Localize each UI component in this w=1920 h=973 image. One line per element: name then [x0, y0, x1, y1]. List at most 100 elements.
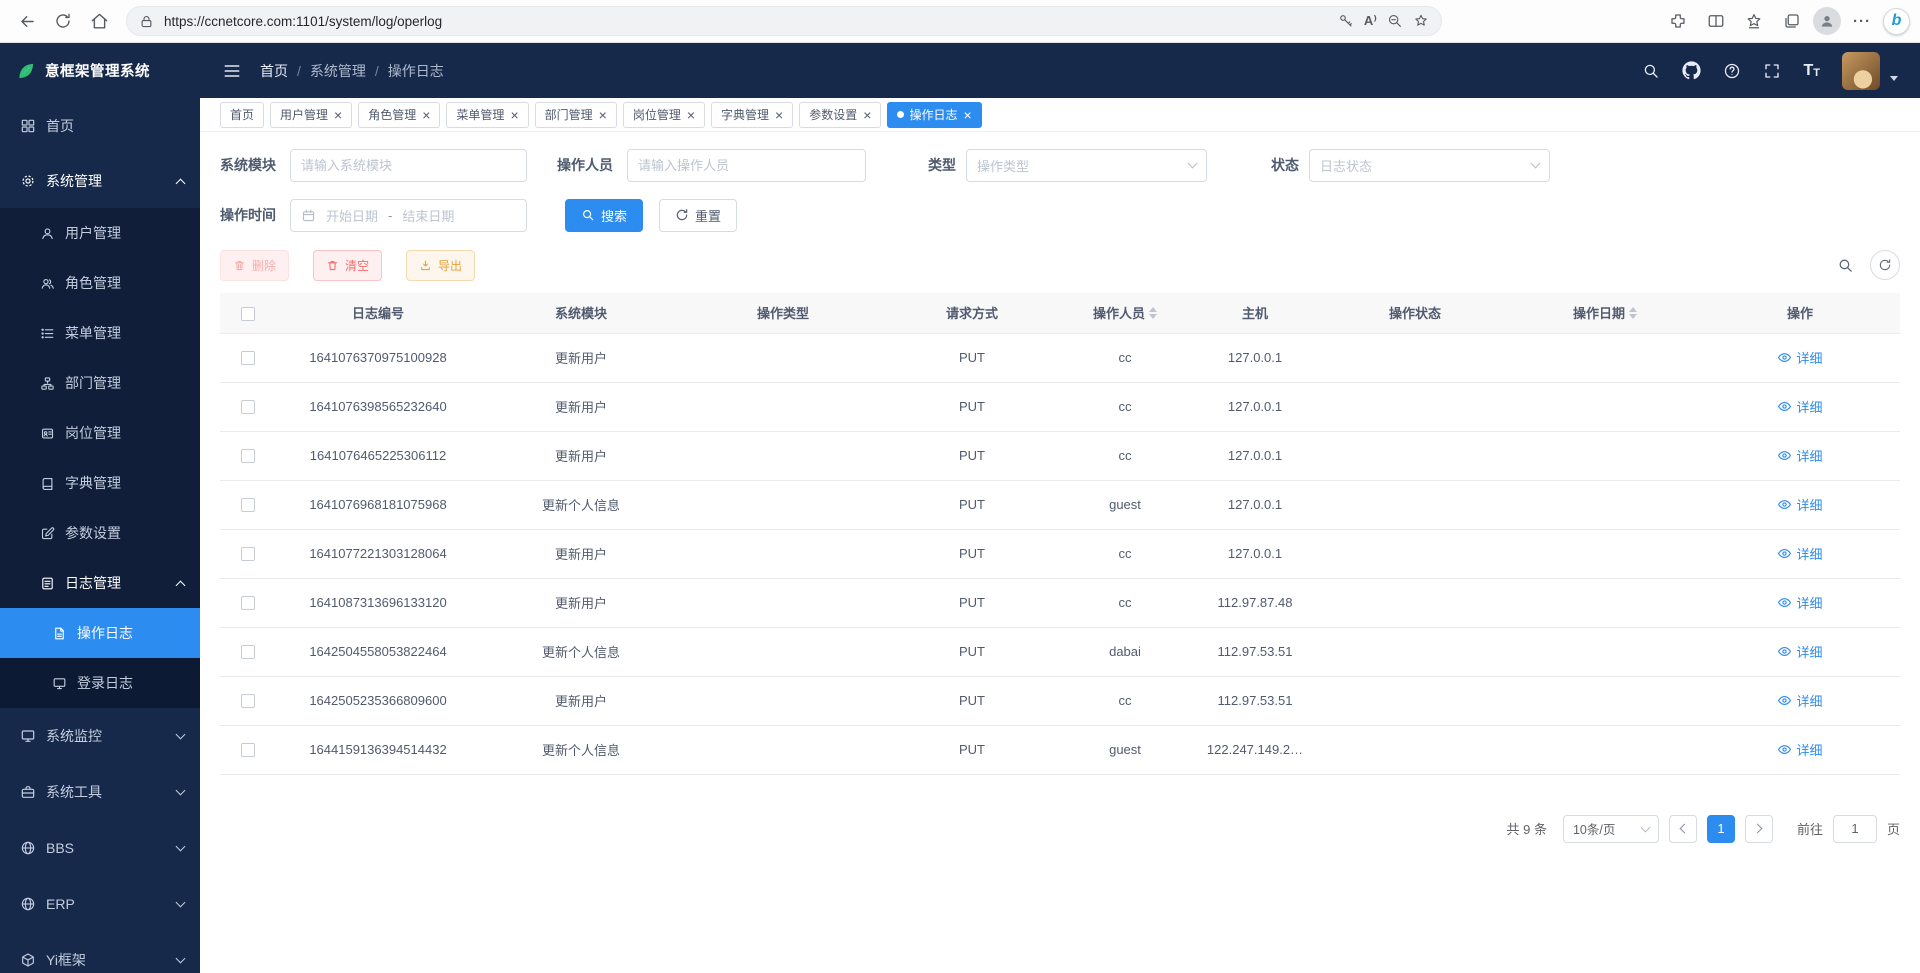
tab-3[interactable]: 菜单管理×: [446, 102, 528, 128]
extensions-icon[interactable]: [1661, 4, 1695, 38]
url-text[interactable]: https://ccnetcore.com:1101/system/log/op…: [164, 14, 1328, 29]
refresh-table-icon[interactable]: [1870, 250, 1900, 280]
sidebar-item-role[interactable]: 角色管理: [0, 258, 200, 308]
sidebar-item-loginlog[interactable]: 登录日志: [0, 658, 200, 708]
export-button[interactable]: 导出: [406, 250, 475, 281]
search-toggle-icon[interactable]: [1837, 257, 1854, 274]
add-favorite-icon[interactable]: [1413, 13, 1429, 29]
help-icon[interactable]: [1723, 62, 1741, 80]
row-checkbox[interactable]: [241, 547, 255, 561]
status-select[interactable]: 日志状态: [1309, 149, 1550, 182]
prev-page-button[interactable]: [1669, 815, 1697, 843]
breadcrumb-home[interactable]: 首页: [260, 61, 288, 81]
breadcrumb-system[interactable]: 系统管理: [310, 61, 366, 81]
row-checkbox[interactable]: [241, 449, 255, 463]
sidebar-item-yi[interactable]: Yi框架: [0, 932, 200, 973]
tab-close-icon[interactable]: ×: [334, 108, 342, 122]
address-bar[interactable]: https://ccnetcore.com:1101/system/log/op…: [126, 6, 1442, 36]
tab-1[interactable]: 用户管理×: [270, 102, 352, 128]
reset-button[interactable]: 重置: [659, 199, 737, 232]
sidebar-item-monitor[interactable]: 系统监控: [0, 708, 200, 764]
sidebar-item-post[interactable]: 岗位管理: [0, 408, 200, 458]
operator-input[interactable]: [627, 149, 866, 182]
fullscreen-icon[interactable]: [1763, 62, 1781, 80]
tab-close-icon[interactable]: ×: [599, 108, 607, 122]
tab-close-icon[interactable]: ×: [775, 108, 783, 122]
page-size-select[interactable]: 10条/页: [1563, 815, 1659, 843]
tab-5[interactable]: 岗位管理×: [623, 102, 705, 128]
detail-link[interactable]: 详细: [1777, 740, 1822, 759]
cell-host: 127.0.0.1: [1190, 480, 1320, 529]
detail-link[interactable]: 详细: [1777, 495, 1822, 514]
sidebar-item-operlog[interactable]: 操作日志: [0, 608, 200, 658]
sidebar-item-tools[interactable]: 系统工具: [0, 764, 200, 820]
row-checkbox[interactable]: [241, 694, 255, 708]
tab-8[interactable]: 操作日志×: [887, 102, 981, 128]
detail-link[interactable]: 详细: [1777, 397, 1822, 416]
zoom-out-icon[interactable]: [1387, 13, 1403, 29]
detail-link[interactable]: 详细: [1777, 446, 1822, 465]
browser-refresh-button[interactable]: [46, 4, 80, 38]
row-checkbox[interactable]: [241, 743, 255, 757]
current-page-button[interactable]: 1: [1707, 815, 1735, 843]
sidebar-item-log[interactable]: 日志管理: [0, 558, 200, 608]
browser-home-button[interactable]: [82, 4, 116, 38]
sidebar-item-dept[interactable]: 部门管理: [0, 358, 200, 408]
read-aloud-icon[interactable]: A⁾: [1364, 13, 1377, 29]
tab-4[interactable]: 部门管理×: [535, 102, 617, 128]
search-icon[interactable]: [1642, 62, 1660, 80]
tab-close-icon[interactable]: ×: [687, 108, 695, 122]
sort-icon[interactable]: [1629, 307, 1637, 319]
date-range-input[interactable]: 开始日期 - 结束日期: [290, 199, 527, 232]
font-size-icon[interactable]: TT: [1803, 63, 1820, 79]
row-checkbox[interactable]: [241, 645, 255, 659]
bing-icon[interactable]: b: [1883, 8, 1910, 35]
next-page-button[interactable]: [1745, 815, 1773, 843]
row-checkbox[interactable]: [241, 596, 255, 610]
browser-profile-avatar[interactable]: [1813, 7, 1841, 35]
sidebar-item-system[interactable]: 系统管理: [0, 153, 200, 208]
browser-back-button[interactable]: [10, 4, 44, 38]
row-checkbox[interactable]: [241, 351, 255, 365]
detail-link[interactable]: 详细: [1777, 642, 1822, 661]
tab-close-icon[interactable]: ×: [422, 108, 430, 122]
clear-button[interactable]: 清空: [313, 250, 382, 281]
detail-link[interactable]: 详细: [1777, 348, 1822, 367]
row-checkbox[interactable]: [241, 498, 255, 512]
password-key-icon[interactable]: [1338, 13, 1354, 29]
menu-collapse-icon[interactable]: [222, 61, 242, 81]
delete-button[interactable]: 删除: [220, 250, 289, 281]
tab-close-icon[interactable]: ×: [963, 108, 971, 122]
tab-0[interactable]: 首页: [220, 102, 264, 128]
browser-menu-icon[interactable]: ···: [1845, 4, 1879, 38]
avatar-caret-icon[interactable]: [1890, 76, 1898, 81]
row-checkbox[interactable]: [241, 400, 255, 414]
collections-icon[interactable]: [1775, 4, 1809, 38]
chevron-down-icon: [176, 953, 186, 963]
tab-7[interactable]: 参数设置×: [799, 102, 881, 128]
sidebar-item-bbs[interactable]: BBS: [0, 820, 200, 876]
tab-close-icon[interactable]: ×: [863, 108, 871, 122]
sidebar-item-user[interactable]: 用户管理: [0, 208, 200, 258]
tab-6[interactable]: 字典管理×: [711, 102, 793, 128]
sidebar-item-home[interactable]: 首页: [0, 98, 200, 153]
sidebar-item-param[interactable]: 参数设置: [0, 508, 200, 558]
split-screen-icon[interactable]: [1699, 4, 1733, 38]
search-button[interactable]: 搜索: [565, 199, 643, 232]
detail-link[interactable]: 详细: [1777, 544, 1822, 563]
user-avatar[interactable]: [1842, 52, 1880, 90]
sidebar-item-dict[interactable]: 字典管理: [0, 458, 200, 508]
tab-close-icon[interactable]: ×: [510, 108, 518, 122]
github-icon[interactable]: [1682, 61, 1701, 80]
goto-page-input[interactable]: [1833, 815, 1877, 843]
tab-2[interactable]: 角色管理×: [358, 102, 440, 128]
select-all-checkbox[interactable]: [241, 307, 255, 321]
sidebar-item-menu[interactable]: 菜单管理: [0, 308, 200, 358]
sidebar-item-erp[interactable]: ERP: [0, 876, 200, 932]
sort-icon[interactable]: [1149, 307, 1157, 319]
module-input[interactable]: [290, 149, 527, 182]
detail-link[interactable]: 详细: [1777, 593, 1822, 612]
favorites-icon[interactable]: [1737, 4, 1771, 38]
type-select[interactable]: 操作类型: [966, 149, 1207, 182]
detail-link[interactable]: 详细: [1777, 691, 1822, 710]
